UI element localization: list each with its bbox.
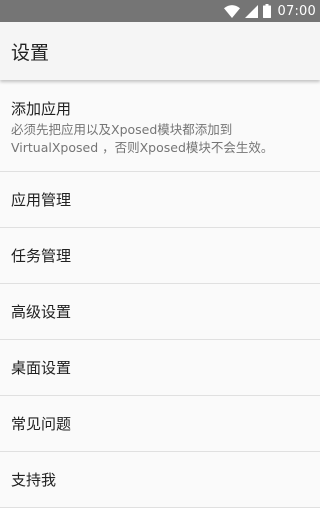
settings-item-title: 高级设置	[11, 302, 72, 321]
settings-item-title: 添加应用	[11, 99, 72, 118]
status-bar: 07:00	[0, 0, 320, 22]
wifi-icon	[223, 4, 240, 18]
settings-item-faq[interactable]: 常见问题	[0, 396, 320, 452]
settings-item-summary: 必须先把应用以及Xposed模块都添加到 VirtualXposed ，否则Xp…	[11, 121, 274, 155]
settings-item-title: 桌面设置	[11, 358, 72, 377]
signal-icon	[244, 4, 258, 18]
app-bar: 设置	[0, 22, 320, 80]
settings-item-task-management[interactable]: 任务管理	[0, 228, 320, 284]
status-time: 07:00	[277, 3, 316, 19]
page-title: 设置	[11, 41, 50, 64]
settings-item-title: 支持我	[11, 470, 57, 489]
settings-list: 添加应用 必须先把应用以及Xposed模块都添加到 VirtualXposed …	[0, 80, 320, 508]
settings-item-app-management[interactable]: 应用管理	[0, 172, 320, 228]
battery-icon	[262, 4, 271, 18]
settings-item-title: 应用管理	[11, 190, 72, 209]
settings-item-add-app[interactable]: 添加应用 必须先把应用以及Xposed模块都添加到 VirtualXposed …	[0, 80, 320, 172]
settings-item-desktop-settings[interactable]: 桌面设置	[0, 340, 320, 396]
settings-item-support-me[interactable]: 支持我	[0, 452, 320, 508]
settings-item-advanced-settings[interactable]: 高级设置	[0, 284, 320, 340]
settings-item-title: 任务管理	[11, 246, 72, 265]
settings-item-title: 常见问题	[11, 414, 72, 433]
